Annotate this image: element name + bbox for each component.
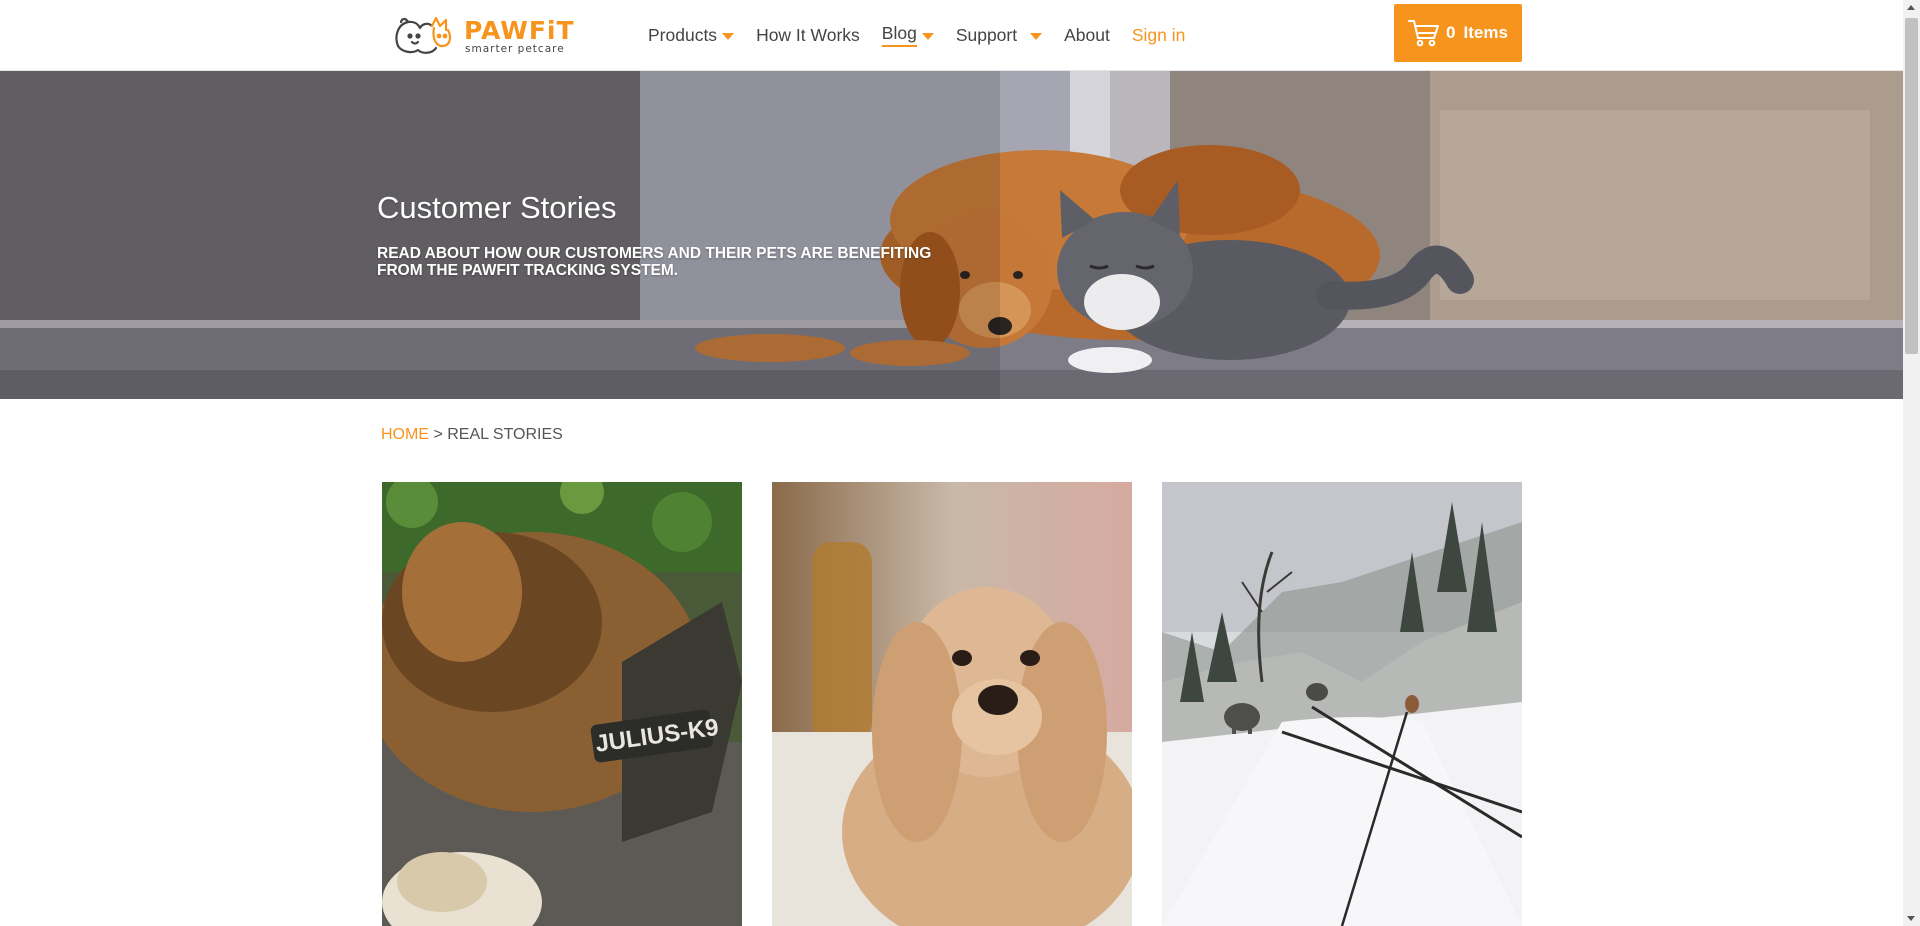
hero-pets-image <box>0 70 1903 399</box>
story-image-snowy-trail <box>1162 482 1522 926</box>
nav-support[interactable]: Support <box>955 22 1043 48</box>
shopping-cart-icon <box>1408 20 1440 47</box>
nav-about[interactable]: About <box>1064 22 1110 48</box>
pawfit-logo[interactable]: PAWFiT smarter petcare <box>392 14 574 56</box>
hero-subtitle: READ ABOUT HOW OUR CUSTOMERS AND THEIR P… <box>377 245 932 279</box>
breadcrumb-separator: > <box>433 426 443 443</box>
cart-count: 0 <box>1446 23 1456 42</box>
story-image-cocker-spaniel <box>772 482 1132 926</box>
cart-button[interactable]: 0 Items <box>1394 4 1522 62</box>
breadcrumb-home-link[interactable]: HOME <box>381 426 429 443</box>
nav-products-label: Products <box>648 24 718 45</box>
caret-down-icon <box>722 32 735 40</box>
breadcrumb: HOME > REAL STORIES <box>381 426 563 444</box>
scroll-up-arrow-icon[interactable] <box>1907 5 1915 10</box>
sign-in-label: Sign in <box>1131 24 1186 45</box>
caret-down-icon <box>1030 32 1043 40</box>
cart-label: Items <box>1463 23 1508 42</box>
nav-how-it-works[interactable]: How It Works <box>756 22 860 48</box>
brand-tagline: smarter petcare <box>465 43 565 55</box>
story-card[interactable] <box>772 482 1132 926</box>
nav-about-label: About <box>1064 24 1110 45</box>
story-image-german-shepherd: JULIUS-K9 <box>382 482 742 926</box>
story-card[interactable]: JULIUS-K9 <box>382 482 742 926</box>
main-nav: Products How It Works Blog Support About… <box>648 22 1207 48</box>
nav-blog-label: Blog <box>881 23 917 47</box>
nav-how-it-works-label: How It Works <box>756 24 860 45</box>
page-scrollbar[interactable] <box>1903 0 1920 926</box>
breadcrumb-current: REAL STORIES <box>447 426 563 443</box>
scrollbar-thumb[interactable] <box>1905 18 1918 354</box>
sign-in-link[interactable]: Sign in <box>1132 22 1186 48</box>
hero-banner: Customer Stories READ ABOUT HOW OUR CUST… <box>0 70 1903 399</box>
nav-blog[interactable]: Blog <box>881 22 934 48</box>
scroll-down-arrow-icon[interactable] <box>1907 916 1915 921</box>
story-card[interactable] <box>1162 482 1522 926</box>
nav-support-label: Support <box>955 24 1018 45</box>
logo-mark-icon <box>395 16 452 54</box>
nav-products[interactable]: Products <box>648 22 735 48</box>
site-header: PAWFiT smarter petcare Products How It W… <box>0 0 1903 71</box>
hero-title: Customer Stories <box>377 190 617 225</box>
caret-down-icon <box>921 32 934 40</box>
brand-name: PAWFiT <box>464 16 575 45</box>
